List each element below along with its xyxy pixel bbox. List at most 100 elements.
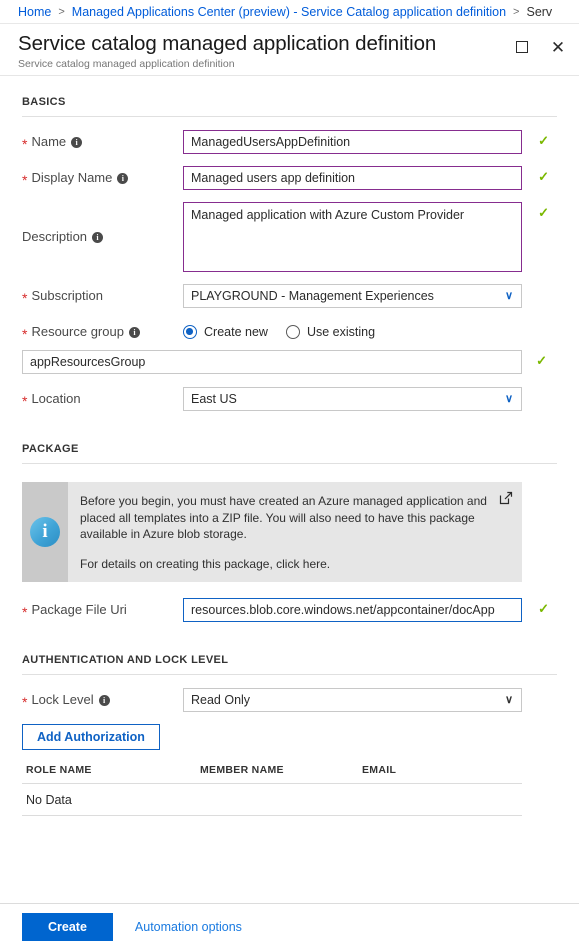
label-text: Display Name (31, 170, 113, 185)
chevron-down-icon: ∨ (504, 393, 513, 405)
add-authorization-button[interactable]: Add Authorization (22, 724, 160, 750)
required-asterisk: * (22, 290, 28, 306)
section-header-package: PACKAGE (22, 443, 79, 455)
column-header-member-name: MEMBER NAME (200, 764, 284, 776)
info-icon[interactable]: i (71, 136, 83, 148)
field-package-file-uri: * Package File Uri ✓ (22, 598, 557, 622)
create-button[interactable]: Create (22, 912, 113, 941)
info-icon[interactable]: i (128, 326, 140, 338)
blade-header: Service catalog managed application defi… (0, 24, 579, 76)
name-input[interactable] (183, 130, 522, 154)
section-divider (22, 463, 557, 464)
breadcrumb-item-managed-applications-center[interactable]: Managed Applications Center (preview) - … (72, 5, 506, 19)
radio-indicator-selected (183, 325, 197, 339)
resource-group-name-input[interactable] (22, 350, 522, 374)
section-divider (22, 674, 557, 675)
field-resource-group-name: ✓ (22, 350, 557, 374)
info-banner-text: Before you begin, you must have created … (68, 482, 522, 582)
label-text: Package File Uri (31, 602, 127, 617)
location-dropdown[interactable]: East US ∨ (183, 387, 522, 411)
field-label-location: * Location (22, 387, 183, 411)
info-icon: i (30, 517, 60, 547)
chevron-down-icon: ∨ (504, 290, 513, 302)
label-text: Location (31, 391, 81, 406)
required-asterisk: * (22, 393, 28, 409)
table-header-row: ROLE NAME MEMBER NAME EMAIL (22, 764, 522, 784)
field-label-resource-group: * Resource group i (22, 320, 183, 344)
field-label-subscription: * Subscription (22, 284, 183, 308)
subscription-dropdown[interactable]: PLAYGROUND - Management Experiences ∨ (183, 284, 522, 308)
valid-check-icon: ✓ (538, 169, 549, 184)
field-control-name: ✓ (183, 130, 557, 154)
maximize-icon[interactable] (511, 36, 533, 58)
package-file-uri-input[interactable] (183, 598, 522, 622)
field-control-location: East US ∨ (183, 387, 557, 411)
radio-indicator (285, 325, 300, 339)
breadcrumb-item-home[interactable]: Home (18, 5, 51, 19)
field-label-package-file-uri: * Package File Uri (22, 598, 183, 622)
page-subtitle: Service catalog managed application defi… (18, 58, 235, 70)
breadcrumb-separator: > (513, 5, 520, 18)
blade-container: Home > Managed Applications Center (prev… (0, 0, 579, 949)
close-icon[interactable]: ✕ (547, 36, 569, 58)
column-header-role-name: ROLE NAME (26, 764, 92, 776)
field-description: Description i ✓ (22, 202, 557, 272)
field-label-name: * Name i (22, 130, 183, 154)
required-asterisk: * (22, 326, 28, 342)
lock-level-dropdown[interactable]: Read Only ∨ (183, 688, 522, 712)
label-text: Subscription (31, 288, 103, 303)
label-text: Lock Level (31, 692, 94, 707)
breadcrumb-item-current: Serv (526, 4, 553, 19)
valid-check-icon: ✓ (536, 353, 547, 368)
info-icon[interactable]: i (98, 694, 110, 706)
label-text: Resource group (31, 324, 124, 339)
description-textarea[interactable] (183, 202, 522, 272)
external-link-icon[interactable] (499, 491, 513, 505)
info-paragraph-1: Before you begin, you must have created … (80, 494, 487, 541)
field-control-subscription: PLAYGROUND - Management Experiences ∨ (183, 284, 557, 308)
breadcrumb: Home > Managed Applications Center (prev… (0, 0, 579, 24)
chevron-down-icon: ∨ (504, 694, 513, 706)
automation-options-link[interactable]: Automation options (135, 920, 242, 934)
form-body: BASICS * Name i ✓ * Display Name i ✓ (0, 76, 579, 903)
section-header-basics: BASICS (22, 96, 66, 108)
column-header-email: EMAIL (362, 764, 397, 776)
required-asterisk: * (22, 172, 28, 188)
valid-check-icon: ✓ (538, 205, 549, 220)
section-divider (22, 116, 557, 117)
section-header-auth: AUTHENTICATION AND LOCK LEVEL (22, 654, 229, 666)
field-control-display-name: ✓ (183, 166, 557, 190)
field-subscription: * Subscription PLAYGROUND - Management E… (22, 284, 557, 308)
table-row-empty: No Data (22, 784, 522, 816)
radio-use-existing[interactable]: Use existing (285, 325, 375, 339)
package-info-banner: i Before you begin, you must have create… (22, 482, 522, 582)
info-banner-icon-area: i (22, 482, 68, 582)
field-label-lock-level: * Lock Level i (22, 688, 183, 712)
field-resource-group: * Resource group i Create new Use existi… (22, 320, 557, 344)
empty-state-text: No Data (26, 792, 72, 807)
info-paragraph-2: For details on creating this package, cl… (80, 556, 331, 571)
field-name: * Name i ✓ (22, 130, 557, 154)
info-icon[interactable]: i (92, 231, 104, 243)
breadcrumb-separator: > (58, 5, 65, 18)
label-text: Name (31, 134, 67, 149)
valid-check-icon: ✓ (538, 133, 549, 148)
radio-create-new[interactable]: Create new (183, 325, 268, 339)
authorization-table: ROLE NAME MEMBER NAME EMAIL No Data (22, 764, 522, 816)
field-control-package-file-uri: ✓ (183, 598, 557, 622)
lock-level-selected-value: Read Only (191, 693, 251, 707)
page-title: Service catalog managed application defi… (18, 32, 437, 55)
field-label-description: Description i (22, 202, 183, 272)
info-icon[interactable]: i (117, 172, 129, 184)
required-asterisk: * (22, 136, 28, 152)
resource-group-radio-group: Create new Use existing (183, 320, 557, 344)
display-name-input[interactable] (183, 166, 522, 190)
field-control-lock-level: Read Only ∨ (183, 688, 557, 712)
field-lock-level: * Lock Level i Read Only ∨ (22, 688, 557, 712)
field-location: * Location East US ∨ (22, 387, 557, 411)
required-asterisk: * (22, 694, 28, 710)
field-display-name: * Display Name i ✓ (22, 166, 557, 190)
label-text: Description (22, 229, 88, 244)
location-selected-value: East US (191, 392, 237, 406)
field-label-display-name: * Display Name i (22, 166, 183, 190)
